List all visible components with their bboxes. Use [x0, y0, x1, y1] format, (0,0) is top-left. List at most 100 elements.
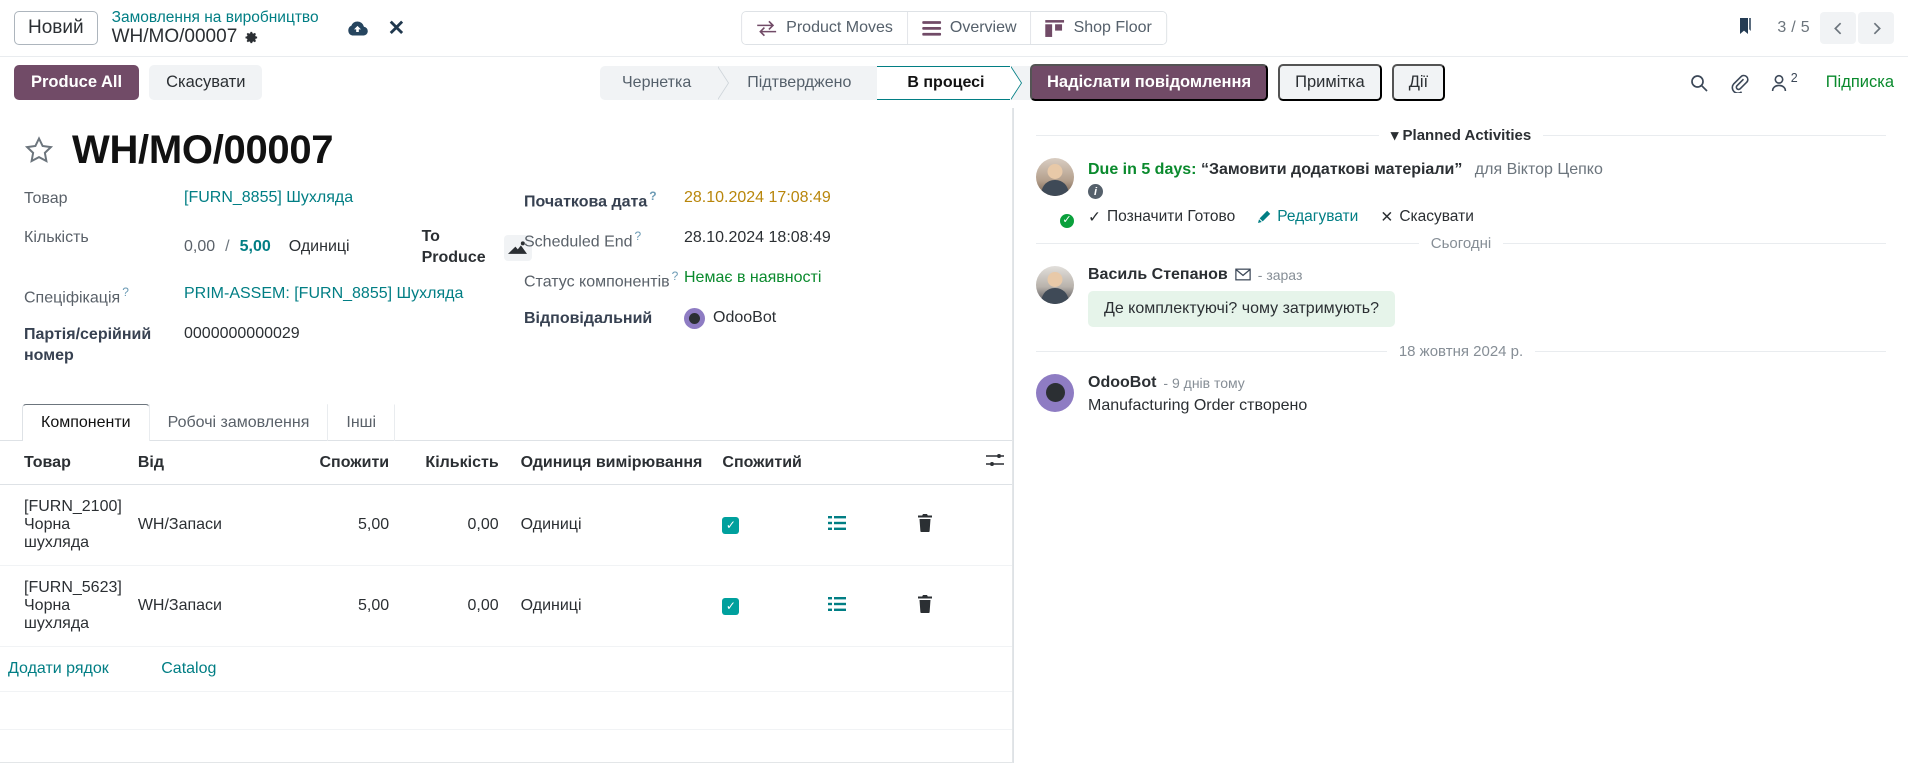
- send-message-button[interactable]: Надіслати повідомлення: [1030, 64, 1269, 101]
- field-value-bill-of-material[interactable]: PRIM-ASSEM: [FURN_8855] Шухляда: [184, 284, 463, 305]
- edit-activity-button[interactable]: Редагувати: [1257, 208, 1358, 226]
- cell-detail[interactable]: [820, 484, 909, 567]
- stat-button-overview[interactable]: Overview: [907, 12, 1032, 44]
- gear-icon[interactable]: [244, 29, 259, 44]
- field-value-responsible[interactable]: OdooBot: [684, 308, 776, 330]
- field-value-lot-serial[interactable]: 0000000000029: [184, 324, 300, 345]
- table-row[interactable]: [FURN_5623] Чорна шухляда WH/Запаси 5,00…: [0, 565, 1012, 648]
- followers-button[interactable]: 2: [1769, 70, 1798, 93]
- pager-count[interactable]: 3 / 5: [1777, 19, 1810, 37]
- cell-product[interactable]: [FURN_2100] Чорна шухляда: [0, 484, 130, 567]
- cell-consumed[interactable]: ✓: [710, 484, 821, 567]
- field-value-start-date[interactable]: 28.10.2024 17:08:49: [684, 188, 831, 209]
- follower-count: 2: [1790, 70, 1798, 85]
- close-icon[interactable]: ✕: [388, 18, 406, 39]
- activities-button[interactable]: Дії: [1391, 64, 1446, 101]
- to-produce-label: To Produce: [421, 228, 486, 266]
- breadcrumb-parent[interactable]: Замовлення на виробництво: [112, 9, 319, 26]
- pager-next-button[interactable]: [1858, 12, 1894, 44]
- cell-from[interactable]: WH/Запаси: [129, 565, 288, 648]
- components-table: Товар Від Спожити Кількість Одиниця вимі…: [0, 441, 1012, 763]
- cell-consumed[interactable]: ✓: [710, 565, 821, 648]
- column-header-from[interactable]: Від: [129, 441, 288, 486]
- field-label-lot-serial: Партія/серійний номер: [24, 325, 152, 364]
- add-line-button[interactable]: Додати рядок: [8, 660, 109, 677]
- day-separator-label: Сьогодні: [1430, 234, 1492, 252]
- field-value-scheduled-end[interactable]: 28.10.2024 18:08:49: [684, 228, 831, 249]
- info-icon[interactable]: i: [1088, 184, 1103, 200]
- day-separator-today: Сьогодні: [1036, 234, 1887, 252]
- cell-from[interactable]: WH/Запаси: [129, 484, 288, 567]
- help-tooltip-icon[interactable]: ?: [635, 229, 642, 243]
- trash-icon[interactable]: [917, 594, 933, 613]
- optional-columns-toggle[interactable]: [968, 441, 1012, 486]
- mark-done-button[interactable]: ✓ Позначити Готово: [1088, 208, 1235, 227]
- paperclip-icon[interactable]: [1729, 73, 1749, 93]
- message-author[interactable]: OdooBot: [1088, 374, 1156, 392]
- consumed-checkbox[interactable]: ✓: [722, 516, 740, 534]
- cell-detail[interactable]: [820, 565, 909, 648]
- cell-uom[interactable]: Одиниці: [506, 565, 711, 648]
- column-settings-icon[interactable]: [986, 454, 1004, 471]
- cell-product[interactable]: [FURN_5623] Чорна шухляда: [0, 565, 130, 648]
- column-header-uom[interactable]: Одиниця вимірювання: [506, 441, 711, 486]
- field-lot-serial: Партія/серійний номер 0000000000029: [24, 324, 524, 367]
- table-row[interactable]: [FURN_2100] Чорна шухляда WH/Запаси 5,00…: [0, 484, 1012, 567]
- quantity-to-produce[interactable]: 5,00: [240, 237, 271, 258]
- cell-uom[interactable]: Одиниці: [506, 484, 711, 567]
- edit-label: Редагувати: [1277, 208, 1359, 226]
- page-title: WH/MO/00007: [72, 128, 334, 172]
- field-label-bill-of-material: Спеціфікація?: [24, 284, 129, 306]
- cell-to-consume[interactable]: 5,00: [287, 484, 398, 567]
- trash-icon[interactable]: [917, 513, 933, 532]
- planned-activities-label: Planned Activities: [1402, 127, 1532, 144]
- field-value-product[interactable]: [FURN_8855] Шухляда: [184, 188, 353, 209]
- cloud-upload-icon[interactable]: [347, 18, 368, 39]
- star-outline-icon[interactable]: [24, 135, 54, 165]
- breadcrumb-record-label: WH/MO/00007: [111, 26, 238, 48]
- cell-delete[interactable]: [908, 484, 969, 567]
- log-note-button[interactable]: Примітка: [1278, 64, 1382, 101]
- bookmark-icon[interactable]: [1735, 16, 1755, 41]
- help-tooltip-icon[interactable]: ?: [672, 269, 679, 283]
- cell-quantity[interactable]: 0,00: [397, 565, 507, 648]
- quantity-produced[interactable]: 0,00: [184, 237, 215, 258]
- avatar[interactable]: [1036, 265, 1074, 304]
- list-detail-icon[interactable]: [828, 515, 847, 530]
- column-header-to-consume[interactable]: Спожити: [287, 441, 398, 486]
- list-detail-icon[interactable]: [828, 596, 847, 611]
- cancel-activity-button[interactable]: ✕ Скасувати: [1380, 208, 1474, 227]
- help-tooltip-icon[interactable]: ?: [122, 285, 129, 299]
- subscribe-button[interactable]: Підписка: [1826, 73, 1894, 92]
- statusbar-stage-draft[interactable]: Чернетка: [600, 65, 730, 100]
- cancel-button[interactable]: Скасувати: [149, 65, 263, 100]
- tab-miscellaneous[interactable]: Інші: [327, 404, 396, 442]
- column-header-consumed[interactable]: Спожитий: [710, 441, 821, 486]
- avatar[interactable]: [1036, 373, 1074, 412]
- statusbar-stage-in-progress[interactable]: В процесі: [877, 65, 1023, 100]
- stat-button-product-moves[interactable]: Product Moves: [742, 12, 908, 44]
- planned-activities-toggle[interactable]: ▾ Planned Activities: [1391, 126, 1531, 144]
- column-header-quantity[interactable]: Кількість: [397, 441, 507, 486]
- search-icon[interactable]: [1689, 73, 1709, 93]
- cell-delete[interactable]: [908, 565, 969, 648]
- tab-work-orders[interactable]: Робочі замовлення: [148, 404, 329, 442]
- produce-all-button[interactable]: Produce All: [14, 65, 140, 100]
- pager-previous-button[interactable]: [1820, 12, 1856, 44]
- message-author[interactable]: Василь Степанов: [1088, 266, 1228, 284]
- consumed-checkbox[interactable]: ✓: [722, 597, 740, 615]
- user-follower-icon: [1771, 74, 1786, 91]
- cell-to-consume[interactable]: 5,00: [287, 565, 398, 648]
- help-tooltip-icon[interactable]: ?: [649, 189, 656, 203]
- cell-quantity[interactable]: 0,00: [397, 484, 507, 567]
- tab-components[interactable]: Компоненти: [22, 404, 150, 442]
- catalog-button[interactable]: Catalog: [161, 660, 216, 677]
- avatar[interactable]: [1036, 158, 1074, 196]
- mark-done-label: Позначити Готово: [1107, 208, 1236, 226]
- statusbar-stage-confirmed[interactable]: Підтверджено: [717, 65, 890, 100]
- column-header-product[interactable]: Товар: [0, 441, 130, 486]
- stat-button-shop-floor[interactable]: Shop Floor: [1031, 12, 1166, 44]
- stat-button-label: Shop Floor: [1073, 19, 1152, 36]
- field-quantity: Кількість 0,00 / 5,00 Одиниці To Produce: [24, 227, 532, 269]
- list-lines-icon: [921, 20, 941, 36]
